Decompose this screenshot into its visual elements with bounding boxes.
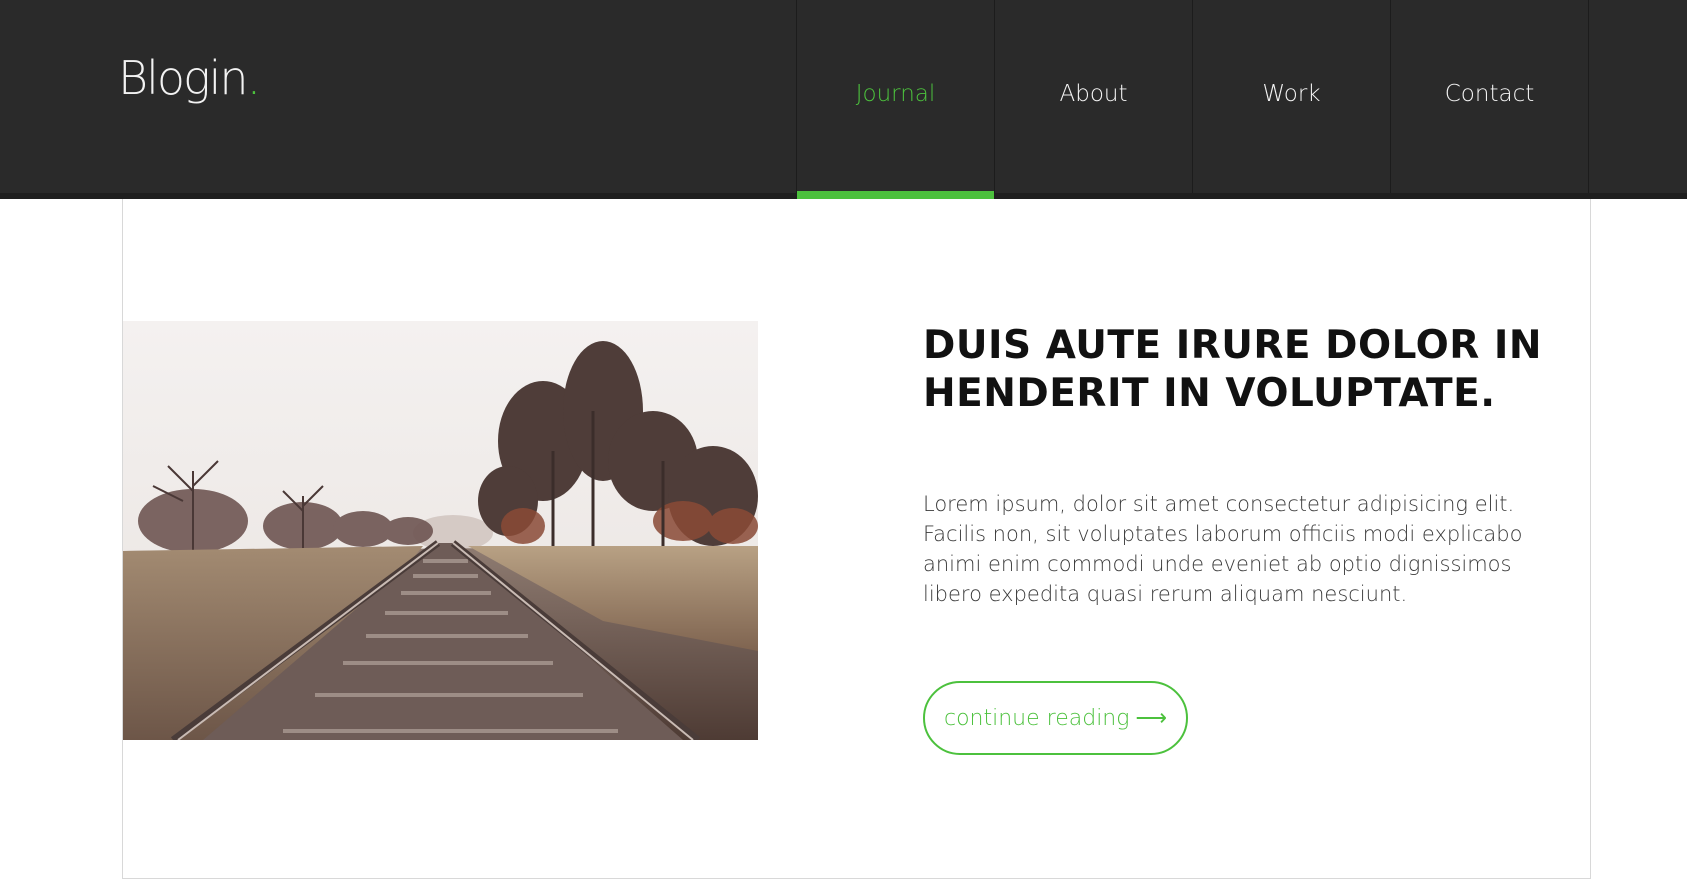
nav-item-label: About <box>1059 80 1128 107</box>
nav-item-work[interactable]: Work <box>1193 0 1391 193</box>
post-image[interactable] <box>123 321 758 740</box>
post-excerpt: Lorem ipsum, dolor sit amet consectetur … <box>923 492 1523 606</box>
nav-item-label: Work <box>1262 80 1321 107</box>
logo-dot: . <box>246 51 262 105</box>
cta-label: continue reading <box>944 705 1130 731</box>
nav-item-about[interactable]: About <box>995 0 1193 193</box>
nav-item-label: Journal <box>855 80 936 107</box>
site-header: Blogin. Journal About Work Contact <box>0 0 1687 199</box>
nav-item-contact[interactable]: Contact <box>1391 0 1589 193</box>
nav-item-journal[interactable]: Journal <box>797 0 995 199</box>
railway-photo <box>123 321 758 740</box>
post-title: DUIS AUTE IRURE DOLOR IN HENDERIT IN VOL… <box>923 323 1543 416</box>
long-arrow-right-icon: ⟶ <box>1135 705 1167 731</box>
main-nav: Journal About Work Contact <box>796 0 1649 199</box>
site-logo[interactable]: Blogin. <box>118 55 261 101</box>
continue-reading-button[interactable]: continue reading ⟶ <box>923 681 1188 755</box>
logo-text: Blogin <box>118 51 249 105</box>
nav-item-label: Contact <box>1444 80 1535 107</box>
